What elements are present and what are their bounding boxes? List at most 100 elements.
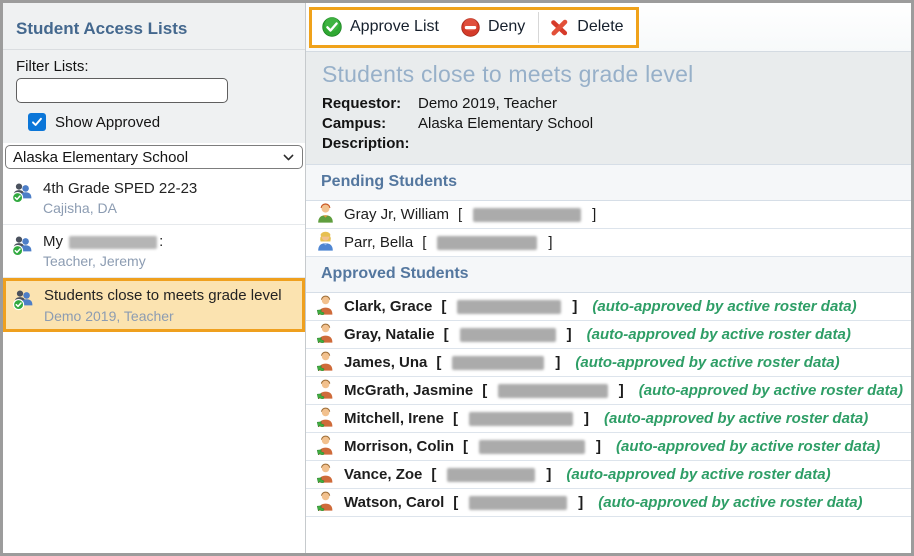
student-name: Gray, Natalie	[344, 326, 435, 343]
icon-slot	[316, 462, 335, 487]
approved-students-header: Approved Students	[306, 257, 911, 293]
sidebar-top: Student Access Lists Filter Lists: Show …	[3, 3, 305, 143]
student-row: James, Una [ ] (auto-approved by active …	[306, 349, 911, 377]
student-row: Clark, Grace [ ] (auto-approved by activ…	[306, 293, 911, 321]
access-list-name: My :	[43, 232, 163, 252]
approved-header-label: Approved Students	[321, 265, 469, 282]
bracket-close: ]	[584, 410, 589, 427]
icon-slot	[316, 406, 335, 431]
female-student-icon	[316, 230, 335, 251]
deny-icon	[460, 17, 481, 38]
bracket-close: ]	[578, 494, 583, 511]
icon-slot	[11, 179, 34, 209]
bracket-open: [	[482, 382, 487, 399]
filter-area: Filter Lists: Show Approved	[3, 50, 305, 143]
pending-header-label: Pending Students	[321, 173, 457, 190]
list-info: Requestor: Demo 2019, Teacher Campus: Al…	[322, 95, 901, 152]
bracket-close: ]	[567, 326, 572, 343]
student-name: Gray Jr, William	[344, 206, 449, 223]
access-lists: 4th Grade SPED 22-23 Cajisha, DA My : Te…	[3, 172, 305, 553]
show-approved-checkbox[interactable]	[28, 113, 46, 131]
student-name: Parr, Bella	[344, 234, 413, 251]
student-row: Mitchell, Irene [ ] (auto-approved by ac…	[306, 405, 911, 433]
bracket-open: [	[453, 494, 458, 511]
campus-select-value: Alaska Elementary School	[13, 149, 188, 166]
redacted-student-id	[473, 208, 581, 222]
bracket-close: ]	[546, 466, 551, 483]
empty-space	[306, 517, 911, 553]
approve-check-icon	[321, 16, 343, 38]
toolbar-separator	[538, 12, 539, 43]
pending-students-list: Gray Jr, William [ ] Parr, Bella [ ]	[306, 201, 911, 257]
approved-student-icon	[316, 294, 335, 315]
approved-student-icon	[316, 378, 335, 399]
student-name: Vance, Zoe	[344, 466, 422, 483]
bracket-close: ]	[572, 298, 577, 315]
toolbar-highlight-box: Approve List Deny Delete	[309, 7, 639, 48]
approved-student-icon	[316, 490, 335, 511]
campus-select[interactable]: Alaska Elementary School	[5, 145, 303, 169]
bracket-open: [	[431, 466, 436, 483]
description-value	[418, 135, 901, 152]
bracket-open: [	[458, 206, 462, 223]
icon-slot	[316, 230, 335, 255]
redacted-student-id	[452, 356, 544, 370]
chevron-down-icon	[281, 150, 296, 165]
approve-list-label: Approve List	[350, 18, 439, 36]
access-list-name: 4th Grade SPED 22-23	[43, 179, 197, 199]
icon-slot	[316, 350, 335, 375]
access-list-item[interactable]: Students close to meets grade level Demo…	[3, 278, 305, 332]
access-list-item[interactable]: My : Teacher, Jeremy	[3, 225, 305, 278]
check-icon	[31, 116, 43, 128]
approved-student-icon	[316, 350, 335, 371]
bracket-close: ]	[548, 234, 552, 251]
icon-slot	[12, 286, 35, 316]
redacted-student-id	[498, 384, 608, 398]
filter-input[interactable]	[16, 78, 228, 103]
description-label: Description:	[322, 135, 418, 152]
delete-button[interactable]: Delete	[540, 10, 635, 45]
icon-slot	[11, 232, 34, 262]
delete-x-icon	[549, 17, 570, 38]
deny-label: Deny	[488, 18, 525, 36]
auto-approved-note: (auto-approved by active roster data)	[639, 382, 903, 399]
icon-slot	[316, 294, 335, 319]
redacted-student-id	[469, 496, 567, 510]
access-list-group-icon	[11, 181, 34, 204]
bracket-open: [	[436, 354, 441, 371]
redacted-student-id	[437, 236, 537, 250]
pending-students-header: Pending Students	[306, 164, 911, 201]
toolbar: Approve List Deny Delete	[306, 3, 911, 52]
student-name: Clark, Grace	[344, 298, 432, 315]
sidebar-title: Student Access Lists	[3, 10, 305, 50]
student-row: Gray Jr, William [ ]	[306, 201, 911, 229]
deny-button[interactable]: Deny	[451, 10, 537, 45]
campus-value: Alaska Elementary School	[418, 115, 901, 132]
sidebar: Student Access Lists Filter Lists: Show …	[3, 3, 306, 553]
redacted-student-id	[457, 300, 561, 314]
student-row: McGrath, Jasmine [ ] (auto-approved by a…	[306, 377, 911, 405]
icon-slot	[316, 202, 335, 227]
auto-approved-note: (auto-approved by active roster data)	[575, 354, 839, 371]
student-row: Gray, Natalie [ ] (auto-approved by acti…	[306, 321, 911, 349]
show-approved-row: Show Approved	[28, 113, 292, 131]
access-list-owner: Demo 2019, Teacher	[44, 307, 282, 326]
student-name: Watson, Carol	[344, 494, 444, 511]
access-list-group-icon	[11, 234, 34, 257]
student-name: Mitchell, Irene	[344, 410, 444, 427]
bracket-close: ]	[596, 438, 601, 455]
icon-slot	[316, 490, 335, 515]
redacted-text	[69, 236, 157, 249]
approved-student-icon	[316, 462, 335, 483]
list-detail-header: Students close to meets grade level Requ…	[306, 52, 911, 164]
approved-student-icon	[316, 406, 335, 427]
student-name: Morrison, Colin	[344, 438, 454, 455]
approved-student-icon	[316, 322, 335, 343]
approve-list-button[interactable]: Approve List	[312, 10, 451, 45]
student-name: James, Una	[344, 354, 427, 371]
student-name: McGrath, Jasmine	[344, 382, 473, 399]
approved-students-list: Clark, Grace [ ] (auto-approved by activ…	[306, 293, 911, 517]
access-list-item[interactable]: 4th Grade SPED 22-23 Cajisha, DA	[3, 172, 305, 225]
bracket-close: ]	[592, 206, 596, 223]
redacted-student-id	[460, 328, 556, 342]
